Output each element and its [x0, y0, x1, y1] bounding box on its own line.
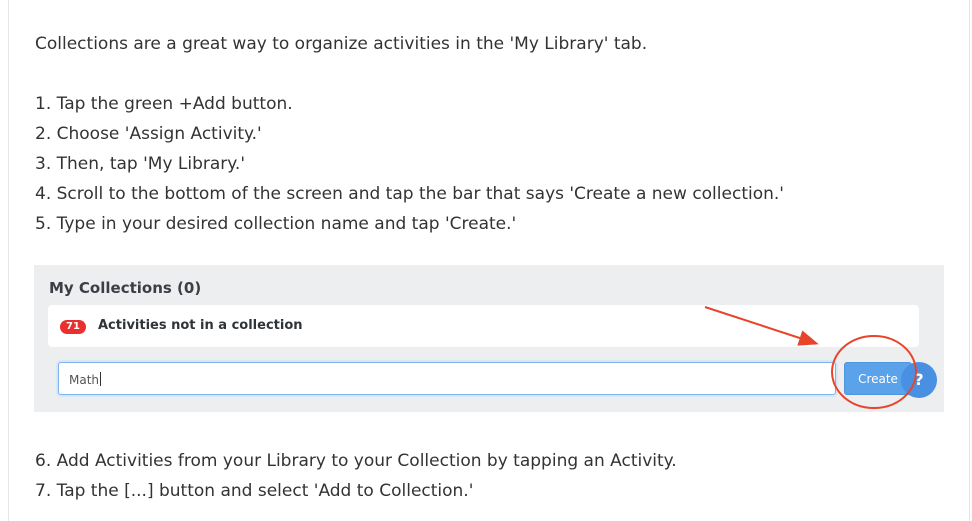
- my-collections-title: My Collections (0): [49, 279, 202, 297]
- step-5: 5. Type in your desired collection name …: [35, 214, 517, 234]
- uncollected-activities-label: Activities not in a collection: [98, 318, 303, 333]
- step-1: 1. Tap the green +Add button.: [35, 94, 293, 114]
- collection-name-input[interactable]: Math: [58, 362, 836, 395]
- step-6: 6. Add Activities from your Library to y…: [35, 451, 677, 471]
- collection-name-value: Math: [69, 373, 100, 387]
- step-3: 3. Then, tap 'My Library.': [35, 154, 246, 174]
- step-4: 4. Scroll to the bottom of the screen an…: [35, 184, 784, 204]
- help-icon[interactable]: ?: [901, 362, 937, 398]
- intro-text: Collections are a great way to organize …: [35, 34, 648, 54]
- step-2: 2. Choose 'Assign Activity.': [35, 124, 262, 144]
- text-caret: [100, 372, 102, 386]
- uncollected-activities-row[interactable]: 71 Activities not in a collection: [48, 305, 919, 347]
- step-7: 7. Tap the [...] button and select 'Add …: [35, 481, 474, 501]
- activity-count-badge: 71: [60, 320, 86, 334]
- collections-screenshot: My Collections (0) 71 Activities not in …: [34, 265, 944, 412]
- article-frame: [8, 0, 970, 521]
